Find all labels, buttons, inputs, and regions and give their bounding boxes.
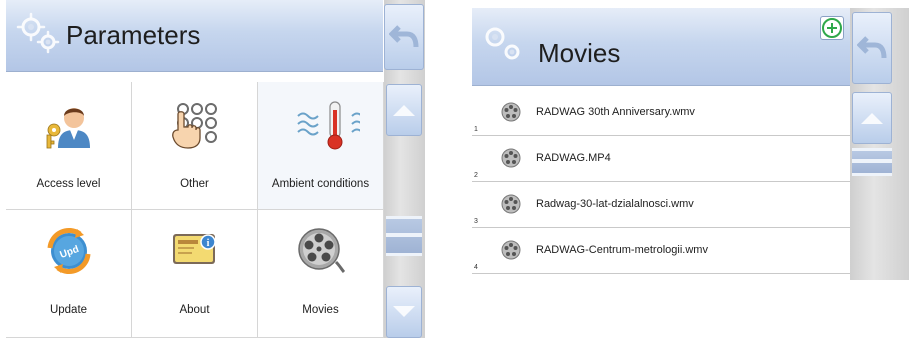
tile-label: Access level [36, 178, 101, 190]
scroll-up-button[interactable] [852, 92, 892, 144]
tile-other[interactable]: Other [132, 82, 258, 210]
tile-update[interactable]: Upd Update [6, 210, 132, 338]
film-reel-icon [501, 148, 521, 168]
gears-icon [485, 27, 520, 60]
back-arrow-icon [857, 36, 887, 59]
tile-label: Movies [302, 304, 339, 316]
list-item-number: 3 [474, 218, 478, 225]
back-button[interactable] [384, 4, 424, 70]
back-button[interactable] [852, 12, 892, 84]
tile-label: About [179, 304, 210, 316]
list-item[interactable]: 4 RADWAG-Centrum-metrologii.wmv [472, 228, 850, 274]
scroll-thumb[interactable] [852, 148, 892, 176]
page-title: Parameters [66, 20, 201, 50]
chevron-up-icon [861, 113, 883, 124]
movies-screen: Movies 1 RADWAG 30th Anniversary.wmv 2 R… [472, 8, 909, 280]
parameters-header: Parameters [6, 0, 383, 72]
film-reel-icon [501, 240, 521, 260]
chevron-down-icon [393, 306, 415, 317]
user-keys-icon [46, 108, 90, 149]
movies-list: 1 RADWAG 30th Anniversary.wmv 2 RADWAG.M… [472, 90, 850, 280]
tile-movies[interactable]: Movies [258, 210, 384, 338]
scroll-down-button[interactable] [386, 286, 422, 338]
movie-file-name: RADWAG 30th Anniversary.wmv [536, 106, 695, 118]
back-arrow-icon [389, 25, 419, 48]
list-item[interactable]: 2 RADWAG.MP4 [472, 136, 850, 182]
movie-file-name: Radwag-30-lat-dzialalnosci.wmv [536, 198, 694, 210]
list-item-number: 2 [474, 172, 478, 179]
film-reel-icon [501, 194, 521, 214]
thermometer-icon [297, 101, 360, 150]
tile-label: Other [180, 178, 209, 190]
tile-ambient-conditions[interactable]: Ambient conditions [258, 82, 384, 210]
scroll-up-button[interactable] [386, 84, 422, 136]
list-item[interactable]: 3 Radwag-30-lat-dzialalnosci.wmv [472, 182, 850, 228]
tile-label: Update [49, 304, 88, 316]
gears-icon [16, 12, 60, 54]
movie-file-name: RADWAG.MP4 [536, 152, 611, 164]
parameters-tile-grid: Access level Other Ambient conditions Up… [6, 82, 384, 338]
tile-access-level[interactable]: Access level [6, 82, 132, 210]
add-button[interactable] [820, 16, 844, 40]
film-reel-icon [501, 102, 521, 122]
parameters-screen: Parameters Access level Other Ambient co… [6, 0, 425, 338]
movie-file-name: RADWAG-Centrum-metrologii.wmv [536, 244, 708, 256]
svg-text:i: i [207, 238, 210, 249]
film-reel-icon [298, 228, 346, 274]
list-item-number: 1 [474, 126, 478, 133]
scroll-thumb[interactable] [386, 216, 422, 256]
page-title: Movies [538, 38, 621, 68]
movies-header: Movies [472, 8, 850, 86]
list-item-number: 4 [474, 264, 478, 271]
finger-keypad-icon [172, 103, 217, 149]
chevron-up-icon [393, 105, 415, 116]
about-card-icon: i [173, 234, 216, 264]
tile-label: Ambient conditions [271, 178, 370, 190]
list-item[interactable]: 1 RADWAG 30th Anniversary.wmv [472, 90, 850, 136]
tile-about[interactable]: i About [132, 210, 258, 338]
plus-circle-icon [822, 18, 842, 38]
update-icon: Upd [47, 228, 91, 274]
